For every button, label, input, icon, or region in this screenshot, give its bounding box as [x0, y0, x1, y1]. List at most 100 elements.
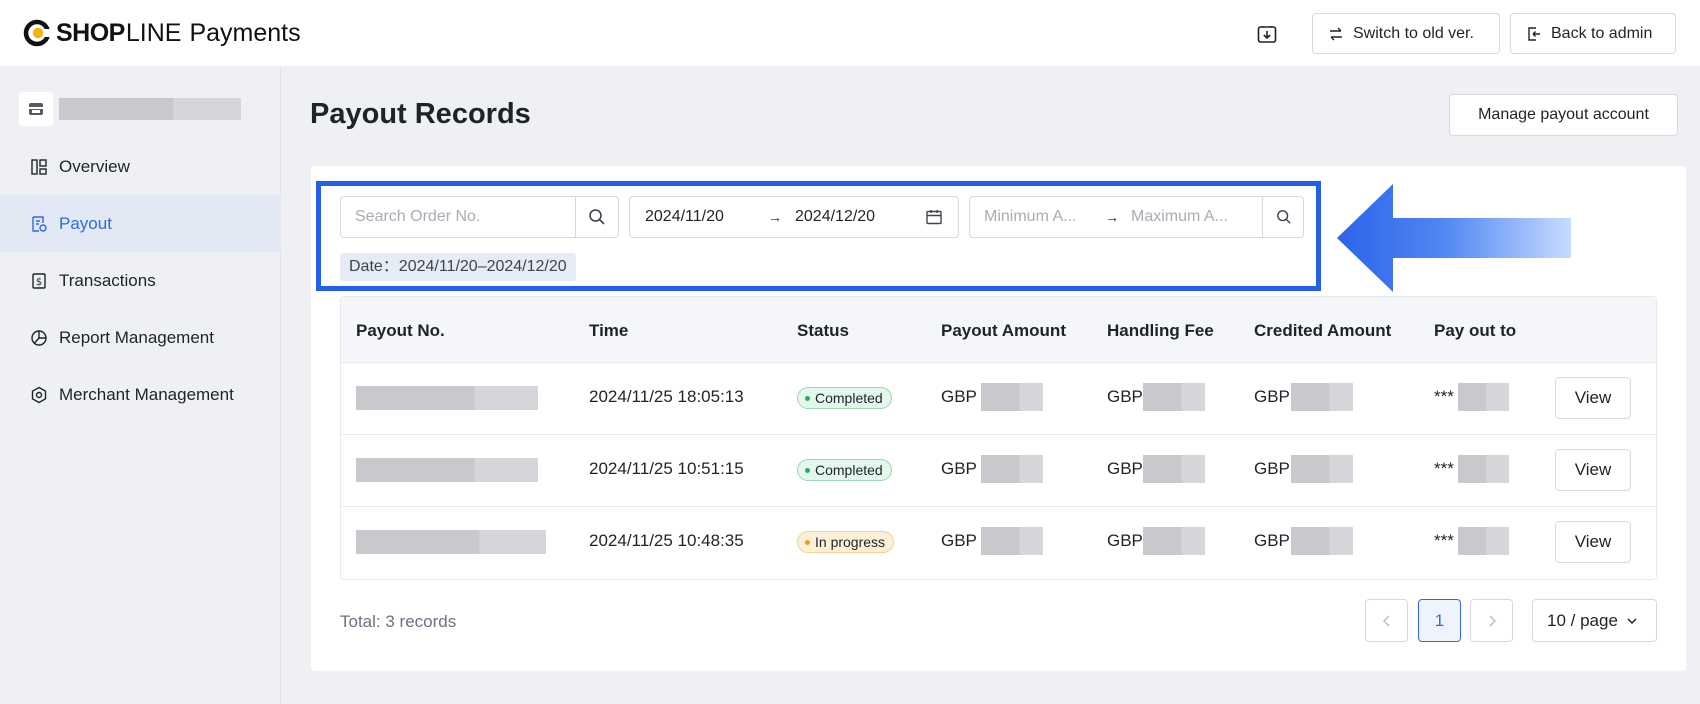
account-prefix: *** — [1434, 387, 1454, 406]
sidebar-item-report-management[interactable]: Report Management — [0, 309, 281, 366]
store-name-redacted — [59, 98, 241, 120]
sidebar-item-transactions[interactable]: $ Transactions — [0, 252, 281, 309]
swap-icon — [1329, 27, 1343, 41]
column-header: Pay out to — [1434, 321, 1517, 340]
handling-fee-redacted — [1143, 527, 1205, 555]
prev-page-button[interactable] — [1365, 599, 1408, 642]
sidebar-item-label: Merchant Management — [59, 384, 234, 404]
account-number-redacted — [1458, 527, 1509, 555]
view-button[interactable]: View — [1555, 377, 1631, 419]
payout-no-redacted — [356, 530, 546, 554]
account-number-redacted — [1458, 383, 1509, 411]
merchant-icon — [30, 386, 48, 404]
handling-fee-redacted — [1143, 455, 1205, 483]
chevron-right-icon — [1487, 614, 1497, 628]
status-label: Completed — [815, 462, 883, 478]
sidebar: Overview Payout $ Transactions Report Ma… — [0, 66, 281, 704]
brand-bold-text: SHOP — [56, 18, 125, 47]
top-header: SHOP LINE Payments Switch to old ver. Ba… — [0, 0, 1700, 66]
payout-amount-currency: GBP — [941, 531, 977, 550]
status-label: In progress — [815, 534, 886, 550]
table-row[interactable]: 2024/11/25 10:51:15 Completed GBP GBP GB… — [341, 435, 1656, 507]
total-records: Total: 3 records — [340, 612, 457, 631]
back-to-admin-label: Back to admin — [1551, 24, 1653, 42]
sidebar-item-label: Payout — [59, 213, 112, 233]
column-header: Credited Amount — [1254, 321, 1392, 340]
chevron-down-icon — [1626, 617, 1638, 625]
manage-payout-account-button[interactable]: Manage payout account — [1449, 94, 1678, 136]
download-button[interactable] — [1253, 20, 1281, 48]
status-badge: Completed — [797, 387, 892, 409]
status-dot-icon — [805, 467, 810, 473]
switch-old-version-button[interactable]: Switch to old ver. — [1312, 13, 1500, 54]
svg-text:$: $ — [36, 277, 42, 288]
overview-icon — [30, 158, 48, 176]
column-header: Time — [589, 321, 629, 340]
payout-records-table: Payout No. Time Status Payout Amount Han… — [340, 296, 1657, 580]
handling-fee-currency: GBP — [1107, 459, 1143, 478]
view-button[interactable]: View — [1555, 449, 1631, 491]
back-to-admin-button[interactable]: Back to admin — [1510, 13, 1676, 54]
sidebar-item-merchant-management[interactable]: Merchant Management — [0, 366, 281, 423]
payout-amount-redacted — [981, 527, 1043, 555]
payout-amount-currency: GBP — [941, 387, 977, 406]
shopline-payments-logo[interactable]: SHOP LINE Payments — [22, 17, 301, 49]
column-header: Payout Amount — [941, 321, 1066, 340]
column-header: Handling Fee — [1107, 321, 1214, 340]
view-button[interactable]: View — [1555, 521, 1631, 563]
store-icon — [19, 92, 53, 126]
credited-amount-redacted — [1291, 455, 1353, 483]
payout-time: 2024/11/25 10:48:35 — [589, 531, 744, 550]
download-icon — [1256, 23, 1278, 45]
chevron-left-icon — [1382, 614, 1392, 628]
credited-amount-currency: GBP — [1254, 459, 1290, 478]
page-button-1[interactable]: 1 — [1418, 599, 1461, 642]
account-prefix: *** — [1434, 459, 1454, 478]
page-title: Payout Records — [310, 98, 531, 130]
payout-time: 2024/11/25 10:51:15 — [589, 459, 744, 478]
payout-no-redacted — [356, 386, 538, 410]
status-dot-icon — [805, 539, 810, 545]
brand-product-text: Payments — [189, 18, 301, 47]
status-badge: In progress — [797, 531, 895, 553]
page-size-label: 10 / page — [1547, 610, 1618, 630]
table-row[interactable]: 2024/11/25 10:48:35 In progress GBP GBP … — [341, 507, 1656, 579]
sidebar-item-label: Overview — [59, 156, 130, 176]
handling-fee-redacted — [1143, 383, 1205, 411]
payout-no-redacted — [356, 458, 538, 482]
sidebar-item-overview[interactable]: Overview — [0, 138, 281, 195]
filter-highlight-box — [316, 181, 1321, 291]
shopline-logo-icon — [22, 18, 52, 48]
table-header: Payout No. Time Status Payout Amount Han… — [341, 297, 1656, 363]
page-size-select[interactable]: 10 / page — [1532, 599, 1657, 642]
credited-amount-currency: GBP — [1254, 387, 1290, 406]
credited-amount-currency: GBP — [1254, 531, 1290, 550]
pointer-arrow-icon — [1335, 182, 1571, 294]
status-badge: Completed — [797, 459, 892, 481]
table-row[interactable]: 2024/11/25 18:05:13 Completed GBP GBP GB… — [341, 363, 1656, 435]
payout-amount-redacted — [981, 455, 1043, 483]
transactions-icon: $ — [30, 272, 48, 290]
sidebar-item-label: Transactions — [59, 270, 156, 290]
payout-time: 2024/11/25 18:05:13 — [589, 387, 744, 406]
brand-light-text: LINE — [125, 18, 182, 47]
switch-old-version-label: Switch to old ver. — [1353, 24, 1474, 42]
credited-amount-redacted — [1291, 527, 1353, 555]
account-number-redacted — [1458, 455, 1509, 483]
sidebar-item-label: Report Management — [59, 327, 214, 347]
account-prefix: *** — [1434, 531, 1454, 550]
store-selector[interactable] — [19, 92, 241, 126]
payout-amount-redacted — [981, 383, 1043, 411]
handling-fee-currency: GBP — [1107, 387, 1143, 406]
report-icon — [30, 329, 48, 347]
column-header: Payout No. — [356, 321, 445, 340]
next-page-button[interactable] — [1470, 599, 1513, 642]
exit-icon — [1527, 26, 1541, 42]
column-header: Status — [797, 321, 849, 340]
status-label: Completed — [815, 390, 883, 406]
credited-amount-redacted — [1291, 383, 1353, 411]
status-dot-icon — [805, 395, 810, 401]
sidebar-item-payout[interactable]: Payout — [0, 195, 281, 252]
handling-fee-currency: GBP — [1107, 531, 1143, 550]
payout-amount-currency: GBP — [941, 459, 977, 478]
